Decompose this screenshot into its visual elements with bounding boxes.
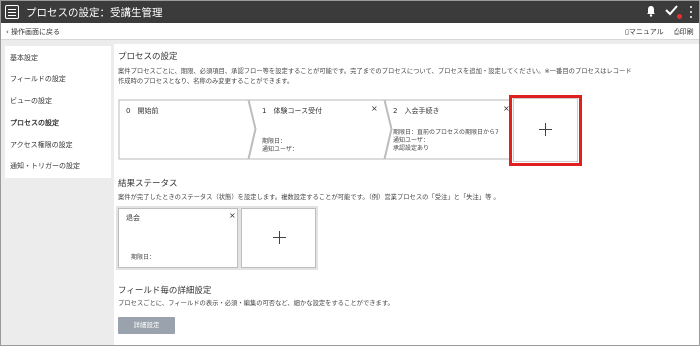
process-step-1-line2: 通知ユーザ： (262, 146, 298, 153)
menu-icon[interactable] (5, 5, 19, 19)
plus-icon (273, 231, 286, 244)
process-description-line1: 案件プロセスごとに、期限、必須項目、承認フロー等を設定することが可能です。完了ま… (118, 68, 632, 75)
settings-sidebar: 基本設定 フィールドの設定 ビューの設定 プロセスの設定 アクセス権限の設定 通… (5, 46, 111, 178)
manual-link[interactable]: ▯マニュアル (625, 27, 664, 37)
result-status-card[interactable]: 退会 × 期限日： (118, 208, 238, 268)
print-label: 印刷 (679, 28, 694, 36)
notification-dot (677, 14, 682, 19)
process-step-1-line1: 期限日： (262, 138, 287, 145)
process-description-line2: 作成時のプロセスとなり、名称のみ変更することができます。 (118, 78, 294, 85)
sidebar-item-views[interactable]: ビューの設定 (10, 96, 52, 106)
result-section-title: 結果ステータス (118, 179, 178, 189)
print-link[interactable]: ⎙印刷 (674, 27, 694, 37)
result-status-deadline: 期限日： (131, 254, 156, 261)
page-title: プロセスの設定：受講生管理 (26, 7, 163, 19)
process-section-title: プロセスの設定 (118, 52, 178, 62)
process-step-2-line1: 期限日：直前のプロセスの期限日から7 (393, 129, 499, 136)
back-link[interactable]: ‹ 操作画面に戻る (6, 27, 60, 37)
close-icon[interactable]: × (229, 211, 236, 220)
sidebar-item-process[interactable]: プロセスの設定 (10, 118, 59, 128)
highlight-box (509, 95, 582, 166)
process-step-2-line2: 通知ユーザ： (393, 137, 429, 144)
manual-label: マニュアル (628, 28, 664, 36)
detail-settings-button[interactable]: 詳細設定 (118, 317, 175, 334)
check-icon[interactable] (665, 4, 678, 16)
more-icon[interactable] (689, 5, 693, 19)
bell-icon[interactable] (646, 5, 656, 17)
field-detail-description: プロセスごとに、フィールドの表示・必須・編集の可否など、細かな設定をすることがで… (118, 300, 394, 307)
result-status-label: 退会 (126, 214, 140, 222)
close-icon[interactable]: × (371, 104, 378, 113)
process-step-2-line3: 承認設定あり (393, 145, 430, 152)
app-header: プロセスの設定：受講生管理 (1, 1, 699, 23)
sidebar-item-access[interactable]: アクセス権限の設定 (10, 140, 73, 150)
process-step-0-label: 0 開始前 (126, 107, 159, 115)
sidebar-item-fields[interactable]: フィールドの設定 (10, 74, 66, 84)
field-detail-section-title: フィールド毎の詳細設定 (118, 286, 212, 296)
process-step-1-label: 1 体験コース受付 (262, 107, 323, 115)
sidebar-item-basic[interactable]: 基本設定 (10, 53, 38, 63)
back-label: 操作画面に戻る (11, 28, 61, 36)
result-description: 案件が完了したときのステータス（状態）を設定します。複数設定することが可能です。… (118, 194, 500, 201)
add-result-status-button[interactable] (241, 208, 316, 268)
process-step-2-label: 2 入会手続き (393, 107, 440, 115)
sub-toolbar: ‹ 操作画面に戻る ▯マニュアル ⎙印刷 (1, 23, 699, 40)
sidebar-item-notifications[interactable]: 通知・トリガーの設定 (10, 161, 80, 171)
